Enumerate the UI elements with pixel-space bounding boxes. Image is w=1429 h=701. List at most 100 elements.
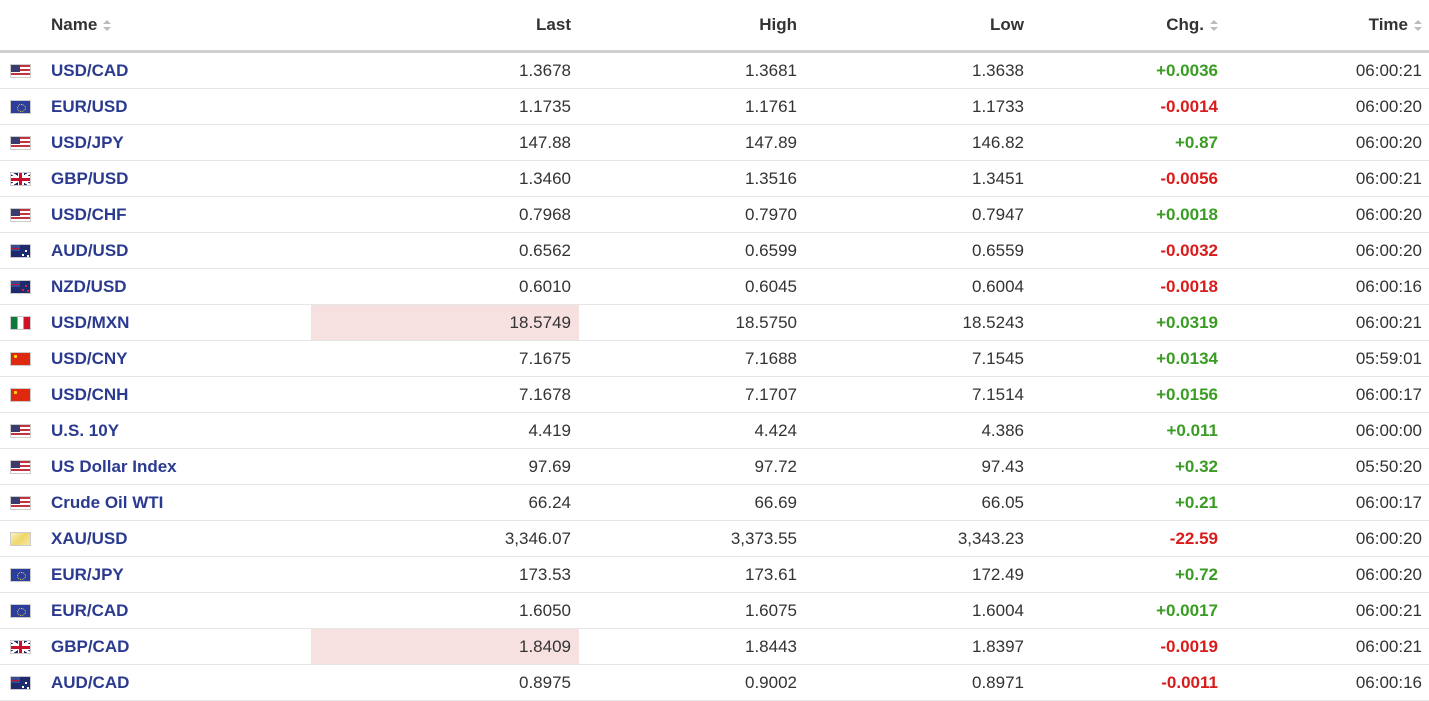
instrument-link[interactable]: USD/JPY: [42, 133, 124, 152]
last-cell: 3,346.07: [311, 520, 579, 557]
flag-cell: [0, 592, 42, 629]
flag-cell: [0, 160, 42, 197]
table-row[interactable]: USD/JPY 147.88 147.89 146.82 +0.87 06:00:20: [0, 124, 1429, 161]
sort-icon[interactable]: [103, 19, 112, 32]
mx-flag-icon: [10, 316, 31, 331]
change-cell: -0.0011: [1032, 664, 1226, 701]
sort-icon[interactable]: [1414, 19, 1422, 32]
name-cell: XAU/USD: [42, 520, 311, 557]
table-row[interactable]: EUR/CAD 1.6050 1.6075 1.6004 +0.0017 06:00:21: [0, 592, 1429, 629]
low-cell: 146.82: [805, 124, 1032, 161]
low-cell: 3,343.23: [805, 520, 1032, 557]
table-row[interactable]: AUD/USD 0.6562 0.6599 0.6559 -0.0032 06:00:20: [0, 232, 1429, 269]
chg-header-label: Chg.: [1166, 15, 1204, 34]
instrument-link[interactable]: USD/MXN: [42, 313, 129, 332]
time-cell: 06:00:21: [1226, 304, 1429, 341]
table-row[interactable]: GBP/USD 1.3460 1.3516 1.3451 -0.0056 06:00:21: [0, 160, 1429, 197]
last-cell: 0.6562: [311, 232, 579, 269]
table-row[interactable]: XAU/USD 3,346.07 3,373.55 3,343.23 -22.59 06:…: [0, 520, 1429, 557]
sort-icon[interactable]: [1210, 19, 1218, 32]
last-cell: 4.419: [311, 412, 579, 449]
change-cell: +0.87: [1032, 124, 1226, 161]
time-cell: 06:00:20: [1226, 556, 1429, 593]
table-row[interactable]: USD/CHF 0.7968 0.7970 0.7947 +0.0018 06:00:20: [0, 196, 1429, 233]
table-row[interactable]: AUD/CAD 0.8975 0.9002 0.8971 -0.0011 06:00:16: [0, 664, 1429, 701]
flag-cell: [0, 51, 42, 89]
gb-flag-icon: [10, 640, 31, 655]
eu-flag-icon: [10, 604, 31, 619]
instrument-link[interactable]: GBP/CAD: [42, 637, 129, 656]
flag-cell: [0, 376, 42, 413]
high-cell: 3,373.55: [579, 520, 805, 557]
name-header[interactable]: Name: [42, 0, 311, 53]
instrument-link[interactable]: Crude Oil WTI: [42, 493, 163, 512]
time-cell: 06:00:20: [1226, 232, 1429, 269]
low-cell: 0.8971: [805, 664, 1032, 701]
flag-cell: [0, 520, 42, 557]
instrument-link[interactable]: NZD/USD: [42, 277, 127, 296]
time-header[interactable]: Time: [1226, 0, 1429, 53]
low-cell: 1.3638: [805, 51, 1032, 89]
time-cell: 06:00:16: [1226, 268, 1429, 305]
chg-header[interactable]: Chg.: [1032, 0, 1226, 53]
last-cell: 7.1678: [311, 376, 579, 413]
instrument-link[interactable]: USD/CAD: [42, 61, 128, 80]
high-cell: 7.1707: [579, 376, 805, 413]
flag-cell: [0, 628, 42, 665]
time-cell: 06:00:21: [1226, 628, 1429, 665]
high-cell: 0.6599: [579, 232, 805, 269]
low-cell: 1.1733: [805, 88, 1032, 125]
instrument-link[interactable]: U.S. 10Y: [42, 421, 119, 440]
table-row[interactable]: USD/CAD 1.3678 1.3681 1.3638 +0.0036 06:00:21: [0, 51, 1429, 89]
table-row[interactable]: NZD/USD 0.6010 0.6045 0.6004 -0.0018 06:00:16: [0, 268, 1429, 305]
instrument-link[interactable]: US Dollar Index: [42, 457, 177, 476]
instrument-link[interactable]: EUR/JPY: [42, 565, 124, 584]
last-cell: 1.6050: [311, 592, 579, 629]
low-cell: 0.6559: [805, 232, 1032, 269]
table-row[interactable]: U.S. 10Y 4.419 4.424 4.386 +0.011 06:00:00: [0, 412, 1429, 449]
instrument-link[interactable]: USD/CNH: [42, 385, 128, 404]
change-cell: -22.59: [1032, 520, 1226, 557]
table-row[interactable]: EUR/USD 1.1735 1.1761 1.1733 -0.0014 06:00:20: [0, 88, 1429, 125]
instrument-link[interactable]: USD/CNY: [42, 349, 128, 368]
table-row[interactable]: EUR/JPY 173.53 173.61 172.49 +0.72 06:00:20: [0, 556, 1429, 593]
change-cell: +0.21: [1032, 484, 1226, 521]
instrument-link[interactable]: AUD/USD: [42, 241, 128, 260]
instrument-link[interactable]: EUR/CAD: [42, 601, 128, 620]
table-row[interactable]: GBP/CAD 1.8409 1.8443 1.8397 -0.0019 06:00:21: [0, 628, 1429, 665]
last-cell: 66.24: [311, 484, 579, 521]
change-cell: -0.0019: [1032, 628, 1226, 665]
instrument-link[interactable]: XAU/USD: [42, 529, 128, 548]
low-cell: 4.386: [805, 412, 1032, 449]
change-cell: -0.0032: [1032, 232, 1226, 269]
last-cell: 18.5749: [311, 304, 579, 341]
nz-flag-icon: [10, 280, 31, 295]
table-row[interactable]: US Dollar Index 97.69 97.72 97.43 +0.32 05:50…: [0, 448, 1429, 485]
time-cell: 06:00:20: [1226, 88, 1429, 125]
change-cell: +0.0319: [1032, 304, 1226, 341]
name-cell: US Dollar Index: [42, 448, 311, 485]
name-cell: GBP/USD: [42, 160, 311, 197]
low-cell: 97.43: [805, 448, 1032, 485]
table-row[interactable]: Crude Oil WTI 66.24 66.69 66.05 +0.21 06:00:1…: [0, 484, 1429, 521]
instrument-link[interactable]: GBP/USD: [42, 169, 128, 188]
high-cell: 147.89: [579, 124, 805, 161]
name-cell: USD/JPY: [42, 124, 311, 161]
high-cell: 1.3516: [579, 160, 805, 197]
flag-cell: [0, 448, 42, 485]
last-cell: 1.8409: [311, 628, 579, 665]
name-cell: U.S. 10Y: [42, 412, 311, 449]
instrument-link[interactable]: USD/CHF: [42, 205, 127, 224]
table-row[interactable]: USD/CNY 7.1675 7.1688 7.1545 +0.0134 05:59:01: [0, 340, 1429, 377]
instrument-link[interactable]: AUD/CAD: [42, 673, 129, 692]
table-row[interactable]: USD/CNH 7.1678 7.1707 7.1514 +0.0156 06:00:17: [0, 376, 1429, 413]
instrument-link[interactable]: EUR/USD: [42, 97, 128, 116]
change-cell: +0.0018: [1032, 196, 1226, 233]
last-header: Last: [311, 0, 579, 53]
flag-cell: [0, 556, 42, 593]
table-row[interactable]: USD/MXN 18.5749 18.5750 18.5243 +0.0319 06:00…: [0, 304, 1429, 341]
high-cell: 1.8443: [579, 628, 805, 665]
name-cell: USD/CNY: [42, 340, 311, 377]
name-cell: EUR/CAD: [42, 592, 311, 629]
high-cell: 0.7970: [579, 196, 805, 233]
